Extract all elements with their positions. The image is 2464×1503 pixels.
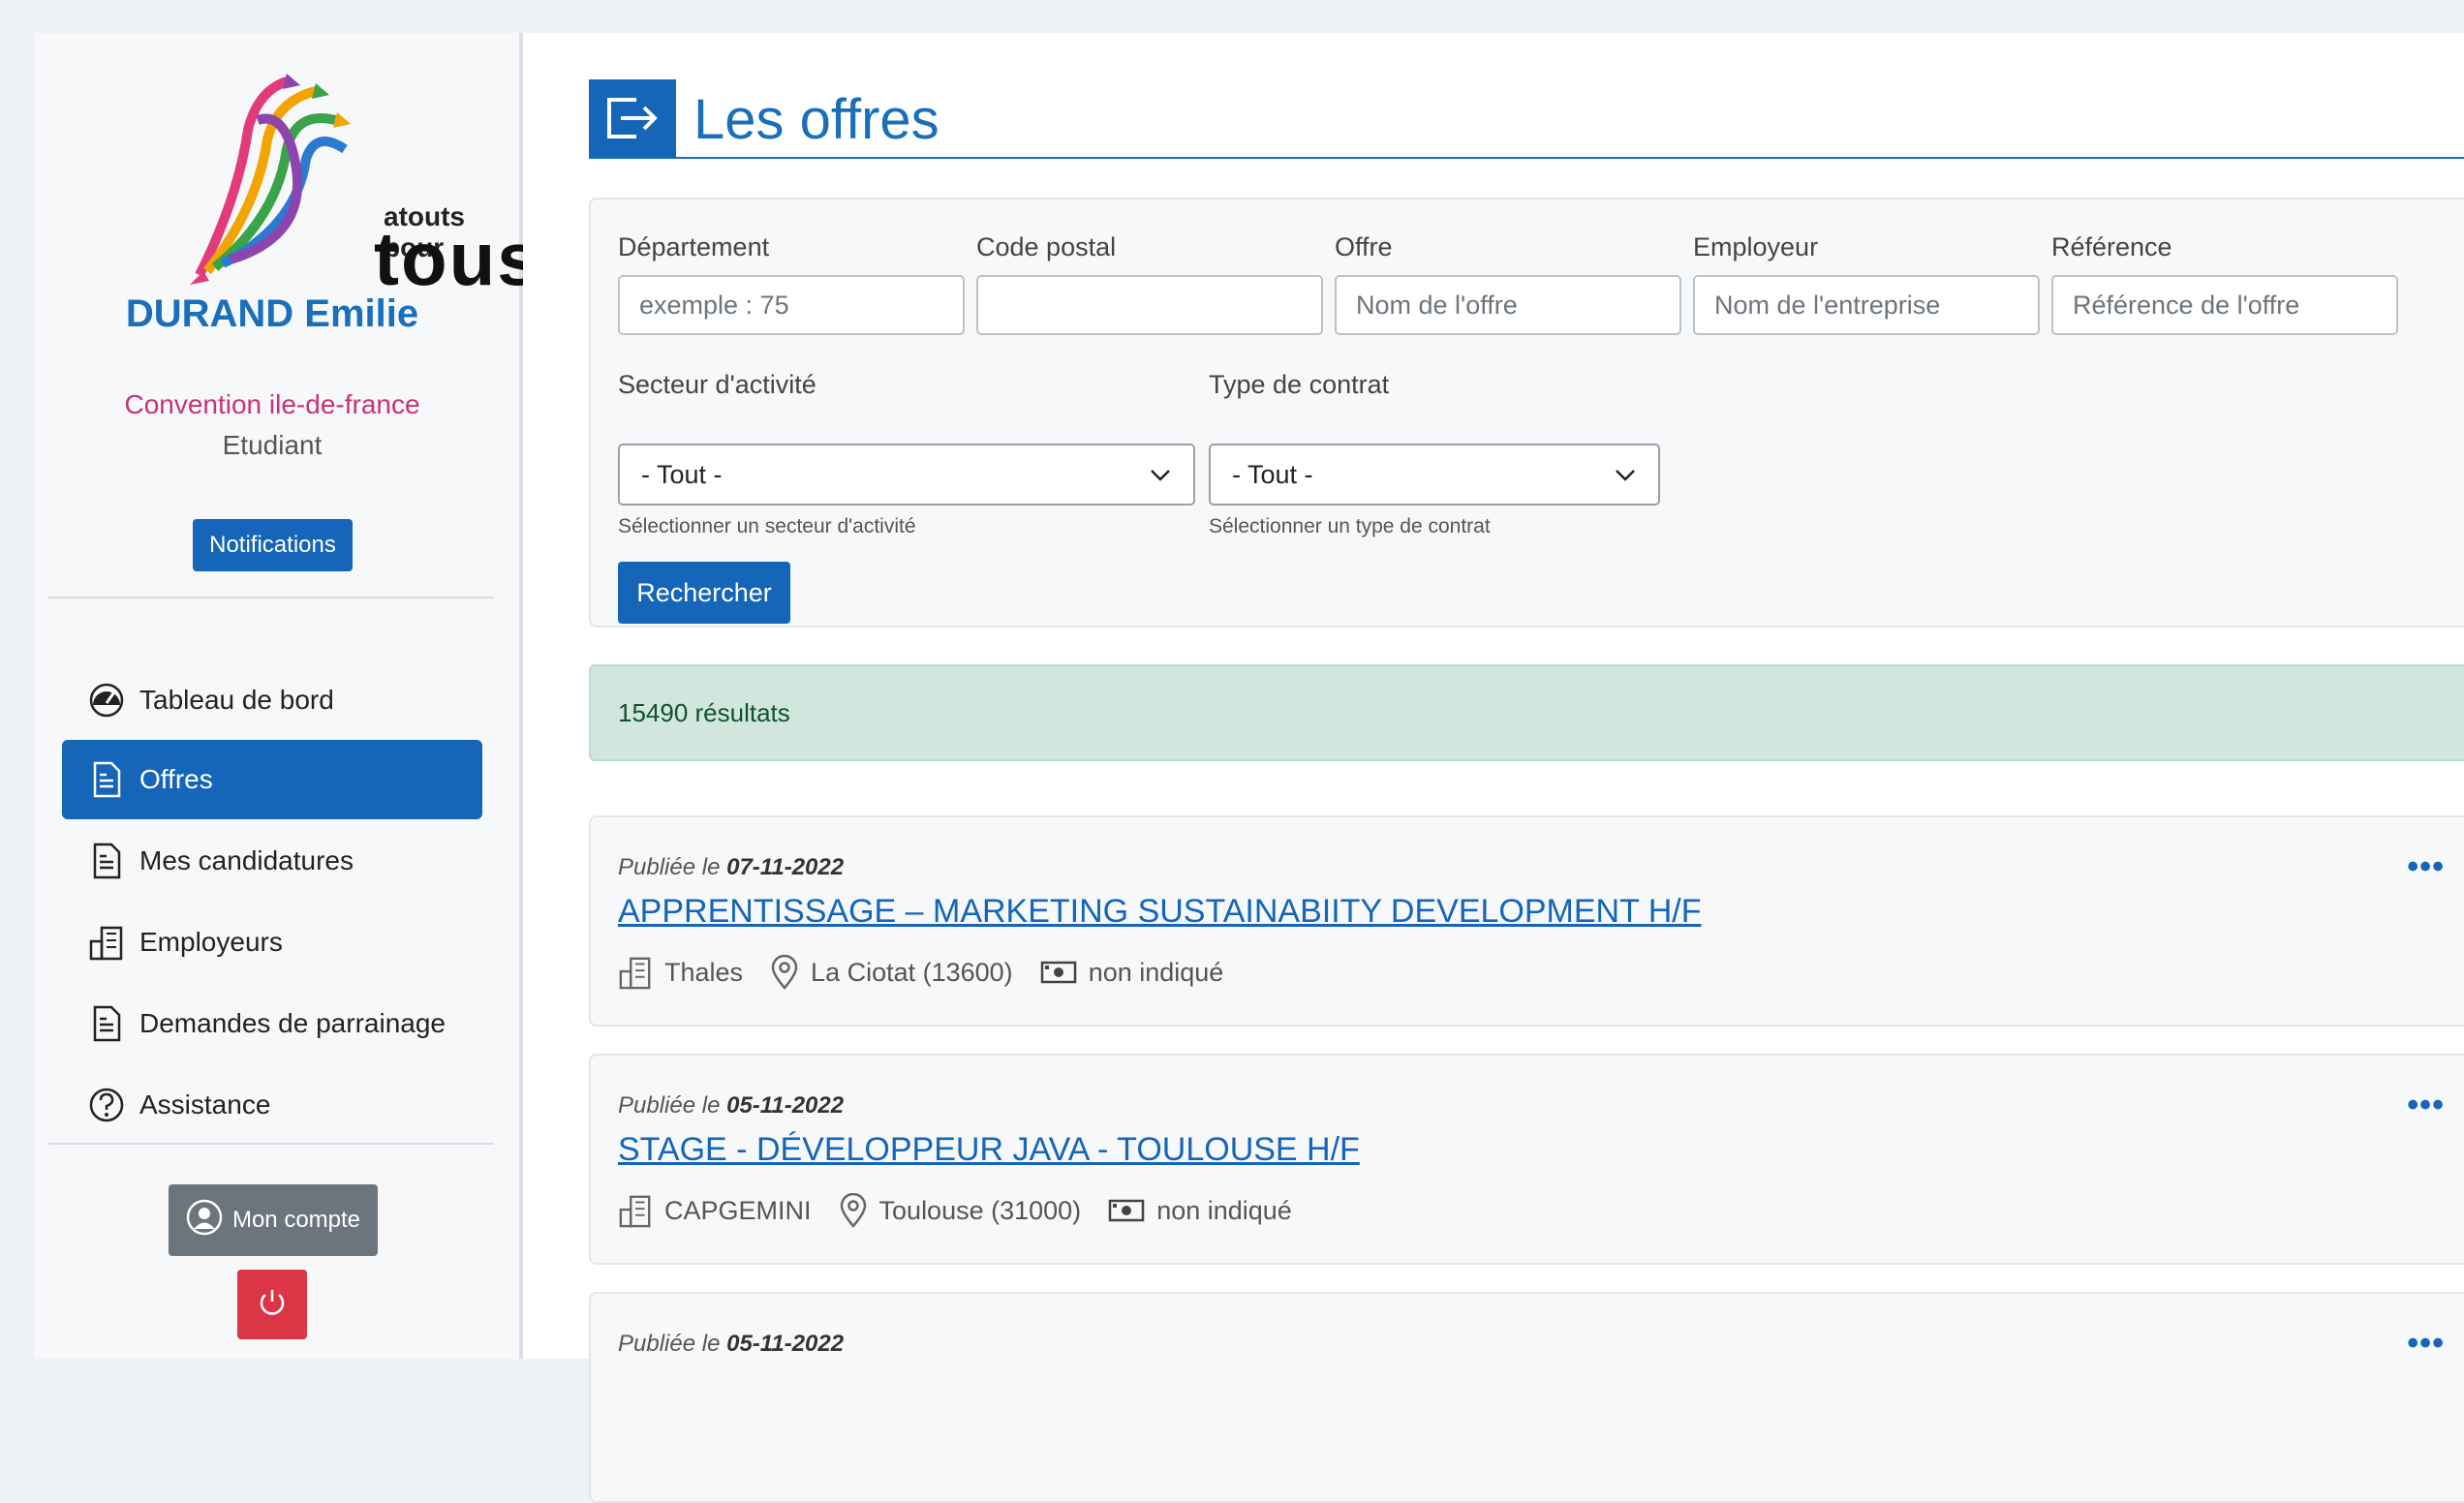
offer-meta: Thales La Ciotat (13600) non indiqué bbox=[618, 955, 1250, 990]
offer-date: Publiée le 05-11-2022 bbox=[618, 1331, 844, 1358]
more-options-icon[interactable]: ••• bbox=[2407, 1087, 2445, 1124]
employeur-input[interactable]: Nom de l'entreprise bbox=[1693, 275, 2040, 335]
document-icon bbox=[87, 1004, 126, 1043]
offer-salary: non indiqué bbox=[1088, 957, 1224, 987]
search-button[interactable]: Rechercher bbox=[618, 562, 790, 624]
more-options-icon[interactable]: ••• bbox=[2407, 848, 2445, 886]
contrat-selected: - Tout - bbox=[1232, 459, 1313, 489]
title-underline bbox=[589, 157, 2464, 159]
more-options-icon[interactable]: ••• bbox=[2407, 1325, 2445, 1363]
offer-date: Publiée le 07-11-2022 bbox=[618, 854, 844, 881]
chevron-down-icon bbox=[1614, 460, 1637, 490]
account-button[interactable]: Mon compte bbox=[169, 1184, 378, 1256]
secteur-selected: - Tout - bbox=[641, 459, 723, 489]
convention-label: Convention ile-de-france bbox=[124, 389, 420, 419]
sidebar-item-parrainage[interactable]: Demandes de parrainage bbox=[62, 984, 482, 1063]
offer-location: La Ciotat (13600) bbox=[811, 957, 1013, 987]
sidebar: atouts pour tous DURAND Emilie Conventio… bbox=[35, 33, 539, 1359]
offer-title-link[interactable]: STAGE - DÉVELOPPEUR JAVA - TOULOUSE H/F bbox=[618, 1131, 1360, 1169]
sidebar-divider bbox=[48, 1143, 494, 1145]
logo: atouts pour tous bbox=[180, 52, 539, 304]
logout-button[interactable] bbox=[237, 1270, 307, 1339]
code-postal-input[interactable] bbox=[976, 275, 1323, 335]
results-count: 15490 résultats bbox=[589, 664, 2464, 761]
money-icon bbox=[1108, 1199, 1145, 1222]
published-date: 05-11-2022 bbox=[726, 1092, 845, 1119]
offer-card: Publiée le 07-11-2022 ••• APPRENTISSAGE … bbox=[589, 815, 2464, 1027]
sidebar-divider bbox=[48, 597, 494, 598]
contrat-help: Sélectionner un type de contrat bbox=[1209, 515, 1491, 537]
location-pin-icon bbox=[771, 955, 798, 990]
user-role: Etudiant bbox=[222, 430, 323, 460]
search-filters: Département exemple : 75 Code postal Off… bbox=[589, 198, 2464, 628]
departement-input[interactable]: exemple : 75 bbox=[618, 275, 965, 335]
reference-input[interactable]: Référence de l'offre bbox=[2051, 275, 2398, 335]
account-button-label: Mon compte bbox=[231, 1207, 361, 1233]
building-icon bbox=[87, 923, 126, 962]
offer-employer: Thales bbox=[664, 957, 744, 987]
offre-label: Offre bbox=[1335, 232, 1393, 261]
document-icon bbox=[87, 760, 126, 799]
logo-text-main: tous bbox=[374, 216, 541, 301]
sidebar-item-label: Mes candidatures bbox=[139, 845, 354, 875]
sidebar-item-offres[interactable]: Offres bbox=[62, 740, 482, 819]
employeur-placeholder: Nom de l'entreprise bbox=[1714, 290, 1941, 320]
contrat-label: Type de contrat bbox=[1209, 370, 1390, 399]
chevron-down-icon bbox=[1149, 460, 1172, 490]
user-circle-icon bbox=[186, 1199, 223, 1242]
location-pin-icon bbox=[840, 1193, 866, 1228]
sidebar-item-label: Employeurs bbox=[139, 927, 283, 957]
sidebar-item-assistance[interactable]: Assistance bbox=[62, 1065, 482, 1145]
offer-salary: non indiqué bbox=[1156, 1195, 1292, 1225]
power-icon bbox=[257, 1287, 288, 1323]
main-content: Les offres Département exemple : 75 Code… bbox=[523, 33, 2464, 1503]
offer-card: Publiée le 05-11-2022 ••• STAGE - DÉVELO… bbox=[589, 1054, 2464, 1265]
secteur-help: Sélectionner un secteur d'activité bbox=[618, 515, 916, 537]
offre-placeholder: Nom de l'offre bbox=[1356, 290, 1518, 320]
published-prefix: Publiée le bbox=[618, 1092, 721, 1119]
document-icon bbox=[87, 842, 126, 880]
question-icon bbox=[87, 1086, 126, 1124]
published-date: 05-11-2022 bbox=[726, 1331, 845, 1357]
published-date: 07-11-2022 bbox=[726, 854, 845, 880]
building-icon bbox=[619, 1195, 651, 1228]
employeur-label: Employeur bbox=[1693, 232, 1819, 261]
user-name: DURAND Emilie bbox=[125, 292, 419, 335]
published-prefix: Publiée le bbox=[618, 854, 721, 880]
departement-placeholder: exemple : 75 bbox=[639, 290, 789, 320]
exit-icon bbox=[589, 79, 676, 157]
offer-meta: CAPGEMINI Toulouse (31000) non indiqué bbox=[618, 1193, 1319, 1228]
sidebar-item-employeurs[interactable]: Employeurs bbox=[62, 903, 482, 982]
departement-label: Département bbox=[618, 232, 770, 261]
offer-title-link[interactable]: APPRENTISSAGE – MARKETING SUSTAINABIITY … bbox=[618, 893, 1701, 931]
published-prefix: Publiée le bbox=[618, 1331, 721, 1357]
offre-input[interactable]: Nom de l'offre bbox=[1335, 275, 1681, 335]
notifications-button[interactable]: Notifications bbox=[193, 519, 353, 571]
code-postal-label: Code postal bbox=[976, 232, 1117, 261]
sidebar-item-label: Offres bbox=[139, 764, 213, 794]
offer-location: Toulouse (31000) bbox=[878, 1195, 1082, 1225]
sidebar-item-dashboard[interactable]: Tableau de bord bbox=[62, 660, 482, 740]
offer-card: Publiée le 05-11-2022 ••• bbox=[589, 1292, 2464, 1503]
sidebar-item-candidatures[interactable]: Mes candidatures bbox=[62, 821, 482, 901]
secteur-select[interactable]: - Tout - bbox=[618, 444, 1195, 506]
offer-employer: CAPGEMINI bbox=[664, 1195, 812, 1225]
page-title: Les offres bbox=[693, 88, 939, 151]
building-icon bbox=[619, 957, 651, 990]
offer-date: Publiée le 05-11-2022 bbox=[618, 1092, 844, 1120]
dashboard-icon bbox=[87, 681, 126, 720]
sidebar-item-label: Demandes de parrainage bbox=[139, 1008, 446, 1038]
secteur-label: Secteur d'activité bbox=[618, 370, 816, 399]
money-icon bbox=[1040, 961, 1076, 984]
sidebar-item-label: Assistance bbox=[139, 1089, 271, 1120]
reference-placeholder: Référence de l'offre bbox=[2073, 290, 2300, 320]
sidebar-item-label: Tableau de bord bbox=[139, 685, 334, 715]
reference-label: Référence bbox=[2051, 232, 2172, 261]
contrat-select[interactable]: - Tout - bbox=[1209, 444, 1660, 506]
